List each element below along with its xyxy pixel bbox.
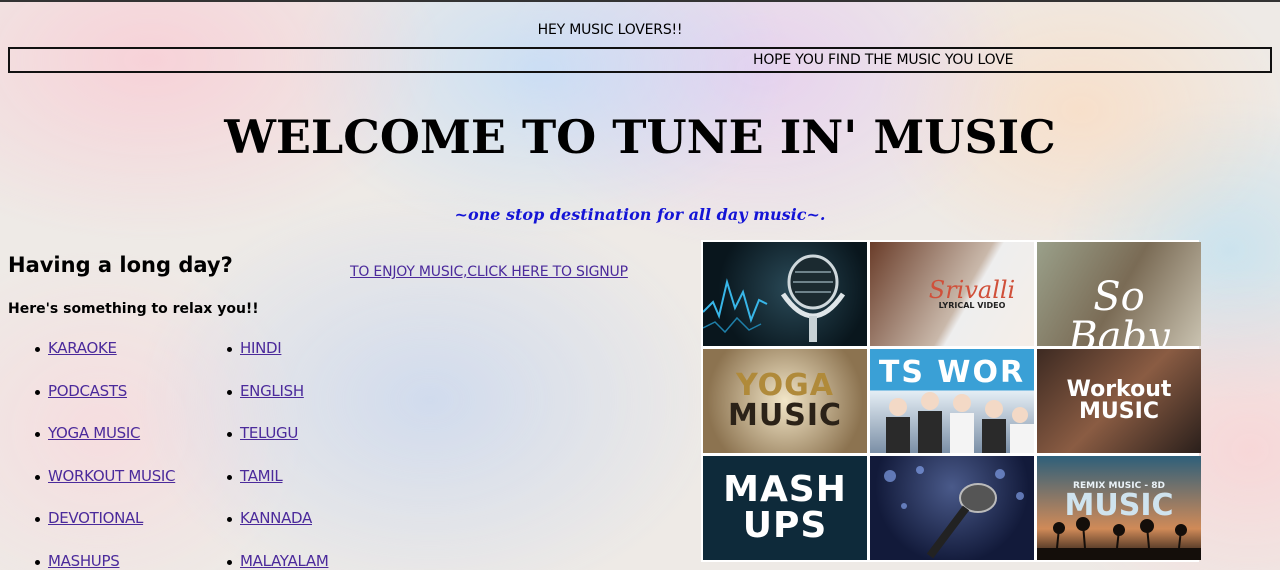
list-item: TELUGU [226, 424, 328, 467]
karaoke-image [703, 242, 867, 346]
list-item: HINDI [226, 339, 328, 382]
marquee-text: HOPE YOU FIND THE MUSIC YOU LOVE [753, 52, 1014, 68]
list-item: DEVOTIONAL [34, 509, 175, 552]
list-item: KARAOKE [34, 339, 175, 382]
remix-music-image: REMIX MUSIC - 8D MUSIC [1037, 456, 1201, 560]
srivalli-image: Srivalli LYRICAL VIDEO [870, 242, 1034, 346]
top-border [0, 0, 1280, 2]
tagline: ~one stop destination for all day music~… [454, 205, 826, 224]
stage-microphone-icon [884, 466, 1024, 559]
mashups-title-line2: UPS [742, 505, 828, 546]
list-item: MALAYALAM [226, 552, 329, 570]
list-item: MASHUPS [34, 552, 175, 570]
yoga-title-line2: MUSIC [728, 398, 842, 433]
page-title: WELCOME TO TUNE IN' MUSIC [224, 110, 1056, 164]
list-item: TAMIL [226, 467, 328, 510]
genre-link-workout-music[interactable]: WORKOUT MUSIC [48, 467, 176, 485]
group-photo-icon [886, 392, 1034, 453]
genre-link-podcasts[interactable]: PODCASTS [48, 382, 127, 400]
language-link-hindi[interactable]: HINDI [240, 339, 282, 357]
language-list: HINDI ENGLISH TELUGU TAMIL KANNADA MALAY… [226, 339, 329, 570]
workout-title-line2: MUSIC [1079, 399, 1159, 424]
workout-music-image: Workout MUSIC [1037, 349, 1201, 453]
genre-list: KARAOKE PODCASTS YOGA MUSIC WORKOUT MUSI… [34, 339, 176, 570]
intro-subheading: Here's something to relax you!! [8, 301, 259, 317]
genre-link-yoga-music[interactable]: YOGA MUSIC [48, 424, 140, 442]
list-item: KANNADA [226, 509, 328, 552]
remix-title: MUSIC [1064, 487, 1174, 523]
music-collage: Srivalli LYRICAL VIDEO So Baby YOGA MUSI… [701, 240, 1201, 562]
yoga-title-line1: YOGA [736, 368, 834, 403]
workout-title-line1: Workout [1066, 377, 1172, 402]
list-item: YOGA MUSIC [34, 424, 175, 467]
genre-link-mashups[interactable]: MASHUPS [48, 552, 120, 570]
signup-link[interactable]: TO ENJOY MUSIC,CLICK HERE TO SIGNUP [350, 264, 628, 280]
genre-link-karaoke[interactable]: KARAOKE [48, 339, 117, 357]
so-baby-image: So Baby [1037, 242, 1201, 346]
language-link-tamil[interactable]: TAMIL [240, 467, 283, 485]
language-link-english[interactable]: ENGLISH [240, 382, 304, 400]
list-item: WORKOUT MUSIC [34, 467, 176, 510]
stage-microphone-image [870, 456, 1034, 560]
intro-heading: Having a long day? [8, 253, 233, 277]
list-item: PODCASTS [34, 382, 175, 425]
mashups-image: MASH UPS [703, 456, 867, 560]
list-item: ENGLISH [226, 382, 328, 425]
greeting-text: HEY MUSIC LOVERS!! [537, 22, 683, 38]
language-link-kannada[interactable]: KANNADA [240, 509, 312, 527]
genre-link-devotional[interactable]: DEVOTIONAL [48, 509, 143, 527]
marquee-banner: HOPE YOU FIND THE MUSIC YOU LOVE [8, 47, 1272, 73]
yoga-music-image: YOGA MUSIC [703, 349, 867, 453]
srivalli-subtitle: LYRICAL VIDEO [938, 301, 1006, 310]
bts-image: TS WOR [870, 349, 1034, 453]
so-baby-title: So Baby [1068, 274, 1170, 346]
microphone-icon [703, 254, 846, 342]
mashups-title-line1: MASH [723, 469, 847, 510]
language-link-malayalam[interactable]: MALAYALAM [240, 552, 329, 570]
language-link-telugu[interactable]: TELUGU [240, 424, 298, 442]
srivalli-title: Srivalli [928, 276, 1016, 304]
